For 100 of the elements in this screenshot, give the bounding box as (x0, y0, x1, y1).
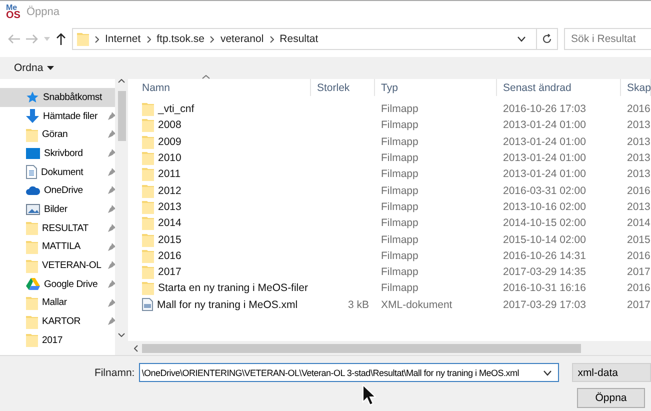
table-cell: 2015 (627, 234, 650, 246)
folder-icon (142, 151, 154, 166)
refresh-button[interactable] (536, 28, 558, 50)
folder-icon (142, 265, 154, 280)
up-arrow-icon[interactable] (56, 33, 66, 45)
file-name-cell[interactable]: 2017 (136, 264, 311, 280)
horizontal-scrollbar[interactable] (128, 341, 651, 355)
file-name-cell[interactable]: 2016 (136, 248, 311, 264)
pin-icon[interactable] (108, 130, 116, 138)
sidebar-item[interactable]: Dokument (0, 162, 116, 182)
scrollbar-thumb[interactable] (142, 344, 581, 352)
file-name-cell[interactable]: 2014 (136, 215, 311, 232)
column-header[interactable]: Senast ändrad (497, 79, 621, 96)
table-cell: Filmapp (381, 234, 418, 246)
table-cell: 2013-10-16 02:00 (503, 200, 586, 213)
pin-icon[interactable] (108, 112, 116, 120)
dropdown-chevron-icon[interactable] (517, 36, 526, 42)
table-cell: Filmapp (381, 282, 418, 294)
sidebar-item[interactable]: Google Drive (0, 274, 116, 294)
sort-caret-icon (202, 75, 210, 79)
table-cell: 2016-10-26 14:31 (503, 250, 586, 262)
breadcrumb[interactable]: ftp.tsok.se (156, 33, 204, 45)
folder-icon (26, 258, 38, 273)
pin-icon[interactable] (108, 205, 116, 214)
pin-icon[interactable] (108, 280, 116, 288)
vertical-scrollbar[interactable] (115, 79, 128, 355)
dropdown-caret-icon[interactable] (44, 37, 50, 41)
table-cell: 2016 (627, 103, 650, 116)
column-header[interactable]: Storlek (311, 79, 375, 96)
table-cell: 2016 (627, 184, 650, 197)
window-title: Öppna (26, 6, 60, 18)
document-icon (26, 165, 37, 180)
file-name-cell[interactable]: 2012 (136, 182, 311, 199)
folder-icon (26, 240, 38, 254)
folder-icon (142, 118, 154, 132)
file-name-cell[interactable]: 2011 (136, 166, 311, 182)
folder-icon (26, 333, 38, 348)
file-name-cell[interactable]: 2015 (136, 231, 311, 248)
table-cell: Filmapp (381, 152, 418, 164)
sidebar-item[interactable]: Skrivbord (0, 144, 116, 163)
scroll-left-icon[interactable] (134, 344, 138, 352)
folder-icon (142, 134, 154, 149)
table-cell: 2016-10-26 17:03 (503, 103, 586, 116)
file-name-cell[interactable]: 2010 (136, 150, 311, 166)
breadcrumb[interactable]: Resultat (280, 33, 318, 45)
folder-icon (142, 200, 154, 214)
pin-icon[interactable] (108, 149, 116, 158)
pin-icon[interactable] (108, 261, 116, 270)
file-name-cell[interactable]: 2013 (136, 198, 311, 216)
back-arrow-icon[interactable] (8, 34, 20, 44)
folder-icon (26, 221, 38, 236)
table-cell: 2014 (627, 217, 650, 230)
table-cell: 2013 (627, 136, 650, 148)
organize-button[interactable]: Ordna (14, 62, 54, 74)
search-field[interactable]: Sök i Resultat (564, 28, 651, 50)
table-cell: 2015-10-14 02:00 (503, 234, 586, 246)
filename-field[interactable]: \OneDrive\ORIENTERING\VETERAN-OL\Veteran-OL 3-stad\Resultat\Mall for ny traning i MeOS.xml (138, 363, 559, 382)
cloud-icon (26, 186, 40, 196)
sidebar-item[interactable]: Hämtade filer (0, 106, 116, 126)
star-icon (26, 90, 39, 104)
file-name-cell[interactable]: _vti_cnf (136, 101, 311, 118)
table-cell: XML-dokument (381, 298, 452, 311)
file-name-cell[interactable]: 2008 (136, 117, 311, 134)
pin-icon[interactable] (108, 224, 116, 232)
table-cell: 2013 (627, 152, 650, 164)
pin-icon[interactable] (108, 168, 116, 176)
pin-icon[interactable] (108, 317, 116, 326)
sidebar-item[interactable]: Bilder (0, 200, 116, 219)
forward-arrow-icon[interactable] (26, 34, 38, 44)
breadcrumb[interactable]: Internet (105, 33, 141, 45)
sidebar-item[interactable]: OneDrive (0, 181, 116, 200)
table-cell: Filmapp (381, 136, 418, 148)
table-cell: Filmapp (381, 103, 418, 116)
scrollbar-thumb[interactable] (118, 91, 126, 141)
table-cell: Filmapp (381, 250, 418, 262)
breadcrumb[interactable]: veteranol (220, 33, 264, 45)
scroll-up-icon[interactable] (118, 79, 126, 83)
xml-file-icon (142, 298, 153, 312)
pin-icon[interactable] (108, 242, 116, 250)
pictures-icon (26, 204, 40, 215)
scroll-down-icon[interactable] (118, 333, 126, 337)
file-name-cell[interactable]: 2009 (136, 134, 311, 150)
column-header[interactable]: Skap (621, 79, 651, 96)
sidebar-item[interactable]: Snabbåtkomst (0, 88, 116, 107)
desktop-icon (26, 148, 40, 159)
table-cell: 2016 (627, 282, 650, 294)
column-header[interactable]: Namn (136, 79, 311, 96)
pin-icon[interactable] (108, 186, 116, 194)
file-type-dropdown[interactable]: xml-data (572, 363, 651, 382)
file-name-cell[interactable]: Starta en ny traning i MeOS-filer (136, 280, 311, 297)
folder-icon (26, 296, 38, 310)
open-button[interactable]: Öppna (577, 388, 645, 408)
file-name-cell[interactable]: Mall for ny traning i MeOS.xml (136, 296, 311, 313)
dropdown-chevron-icon[interactable] (542, 370, 552, 376)
column-header[interactable]: Typ (375, 79, 497, 96)
table-cell: 3 kB (348, 298, 369, 311)
address-bar[interactable]: Internet ftp.tsok.se veteranol Resultat (72, 28, 537, 50)
pin-icon[interactable] (108, 298, 116, 307)
table-cell: 2017 (627, 298, 650, 311)
chevron-icon (146, 36, 151, 42)
